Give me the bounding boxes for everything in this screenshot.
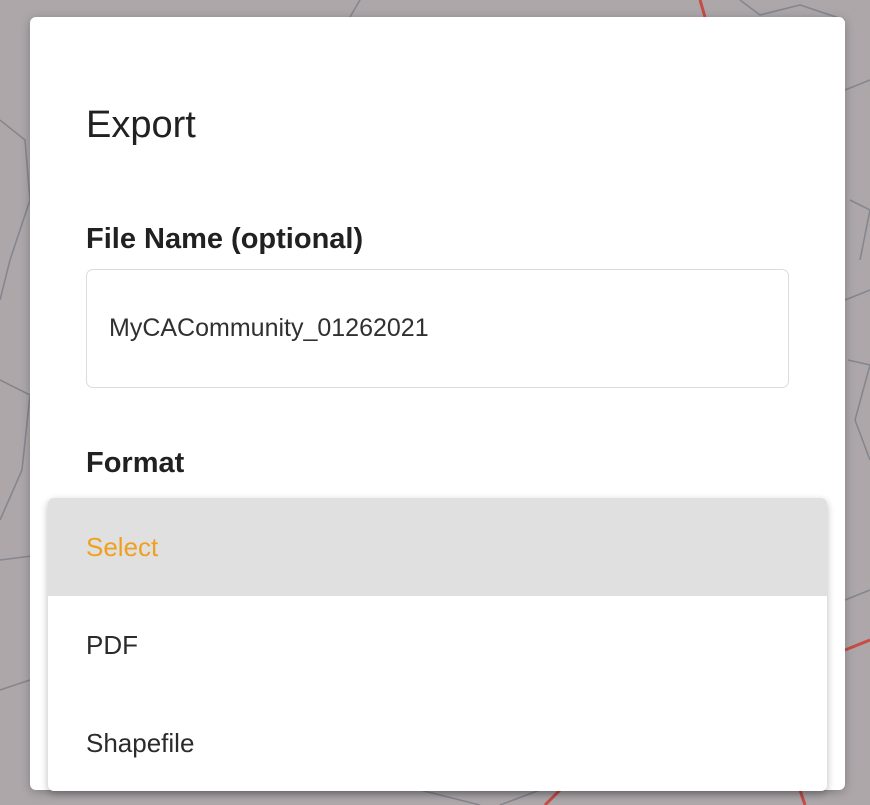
format-dropdown-menu: Select PDF Shapefile bbox=[48, 498, 827, 791]
file-name-label: File Name (optional) bbox=[86, 223, 364, 255]
format-label: Format bbox=[86, 447, 185, 479]
format-option-pdf[interactable]: PDF bbox=[48, 596, 827, 694]
file-name-input[interactable] bbox=[86, 269, 789, 388]
dialog-title: Export bbox=[86, 104, 196, 146]
format-option-shapefile[interactable]: Shapefile bbox=[48, 694, 827, 791]
format-option-select[interactable]: Select bbox=[48, 498, 827, 596]
